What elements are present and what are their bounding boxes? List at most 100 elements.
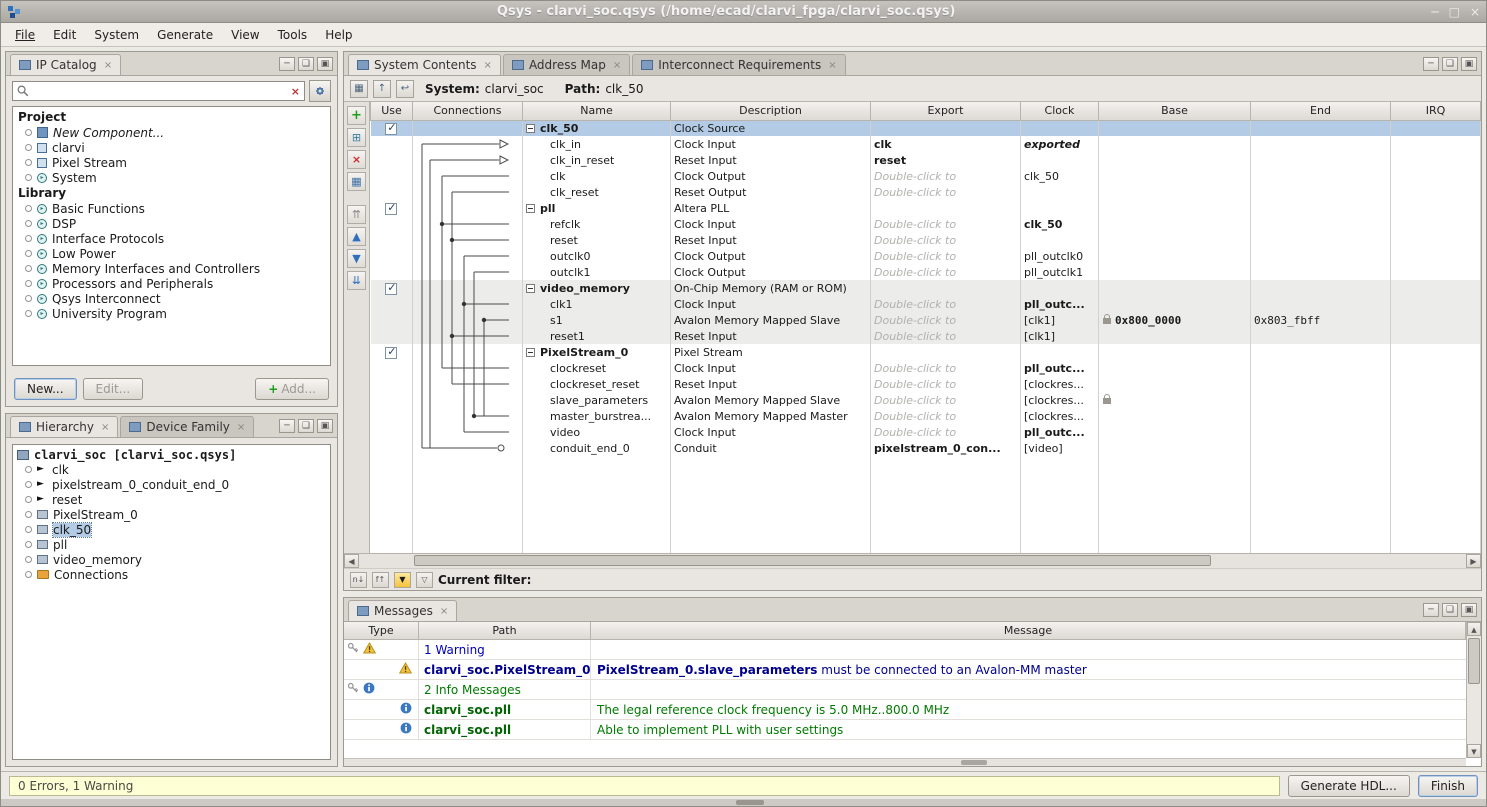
edit-component-icon[interactable]: ⊞ [347,128,366,147]
port-base[interactable] [1099,424,1251,440]
menu-item-system[interactable]: System [86,26,147,44]
port-row-master-burstrea[interactable]: master_burstrea...Avalon Memory Mapped M… [371,408,1481,424]
port-end[interactable] [1251,216,1391,232]
port-export[interactable]: Double-click to [871,248,1021,264]
filter-sort-icon[interactable]: f↑ [372,572,389,588]
column-header-connections[interactable]: Connections [413,102,523,120]
hierarchy-item-pixelstream-0[interactable]: PixelStream_0 [13,507,330,522]
port-export[interactable]: Double-click to [871,264,1021,280]
port-base[interactable] [1099,136,1251,152]
column-header-use[interactable]: Use [371,102,413,120]
message-row[interactable]: 1 Warning [344,640,1466,660]
filter-funnel-icon[interactable]: ▼ [394,572,411,588]
port-end[interactable] [1251,392,1391,408]
catalog-item-clarvi[interactable]: clarvi [13,140,330,155]
port-clock[interactable]: pll_outc... [1021,360,1099,376]
catalog-item-dsp[interactable]: ▸DSP [13,216,330,231]
panel-minimize-icon[interactable]: ─ [1423,603,1439,617]
port-irq[interactable] [1391,328,1481,344]
move-up-level-button[interactable]: ↑ [373,80,391,98]
port-end[interactable] [1251,328,1391,344]
port-irq[interactable] [1391,248,1481,264]
move-top-icon[interactable]: ⇈ [347,205,366,224]
move-bottom-icon[interactable]: ⇊ [347,271,366,290]
messages-vertical-scrollbar[interactable]: ▲ ▼ [1466,622,1481,758]
port-end[interactable] [1251,360,1391,376]
messages-horizontal-scrollbar[interactable] [344,758,1466,766]
search-box[interactable]: × [12,81,305,101]
menu-item-edit[interactable]: Edit [45,26,84,44]
port-row-clockreset-reset[interactable]: clockreset_resetReset InputDouble-click … [371,376,1481,392]
use-checkbox[interactable] [385,203,397,215]
catalog-item-system[interactable]: ▸System [13,170,330,185]
tab-close-icon[interactable]: × [237,422,245,433]
port-end[interactable] [1251,424,1391,440]
port-clock[interactable]: [clk1] [1021,312,1099,328]
port-end[interactable] [1251,264,1391,280]
port-irq[interactable] [1391,216,1481,232]
panel-minimize-icon[interactable]: ─ [1423,57,1439,71]
port-row-conduit-end-0[interactable]: conduit_end_0Conduitpixelstream_0_con...… [371,440,1481,456]
column-header-description[interactable]: Description [671,102,871,120]
messages-column-path[interactable]: Path [419,622,591,639]
port-irq[interactable] [1391,136,1481,152]
port-row-refclk[interactable]: refclkClock InputDouble-click toclk_50 [371,216,1481,232]
tree-handle-icon[interactable] [25,466,32,473]
tree-handle-icon[interactable] [25,129,32,136]
port-clock[interactable]: clk_50 [1021,168,1099,184]
port-clock[interactable]: [video] [1021,440,1099,456]
port-row-clockreset[interactable]: clockresetClock InputDouble-click topll_… [371,360,1481,376]
port-base[interactable] [1099,440,1251,456]
port-row-clk-in-reset[interactable]: clk_in_resetReset Inputreset [371,152,1481,168]
port-export[interactable]: Double-click to [871,184,1021,200]
finish-button[interactable]: Finish [1418,775,1478,797]
port-export[interactable]: Double-click to [871,392,1021,408]
tree-handle-icon[interactable] [25,235,32,242]
scroll-left-icon[interactable]: ◀ [344,554,359,568]
port-base[interactable] [1099,168,1251,184]
collapse-icon[interactable] [526,124,535,133]
port-clock[interactable] [1021,184,1099,200]
scroll-right-icon[interactable]: ▶ [1466,554,1481,568]
hierarchy-item-video-memory[interactable]: video_memory [13,552,330,567]
hierarchy-root[interactable]: clarvi_soc [clarvi_soc.qsys] [13,447,330,462]
tree-handle-icon[interactable] [25,295,32,302]
port-end[interactable] [1251,136,1391,152]
catalog-item-pixel-stream[interactable]: Pixel Stream [13,155,330,170]
port-base[interactable] [1099,248,1251,264]
hierarchy-item-pll[interactable]: pll [13,537,330,552]
panel-maximize-icon[interactable]: ▣ [1461,603,1477,617]
port-export[interactable]: Double-click to [871,312,1021,328]
port-irq[interactable] [1391,392,1481,408]
port-base[interactable] [1099,264,1251,280]
tree-handle-icon[interactable] [25,571,32,578]
back-button[interactable]: ↩ [396,80,414,98]
port-clock[interactable]: pll_outc... [1021,296,1099,312]
use-checkbox[interactable] [385,123,397,135]
port-base[interactable] [1099,152,1251,168]
generate-hdl-button[interactable]: Generate HDL... [1288,775,1410,797]
port-irq[interactable] [1391,264,1481,280]
tree-handle-icon[interactable] [25,220,32,227]
tab-address-map[interactable]: Address Map× [503,54,630,75]
port-irq[interactable] [1391,376,1481,392]
port-clock[interactable]: exported [1021,136,1099,152]
port-row-clk-in[interactable]: clk_inClock Inputclkexported [371,136,1481,152]
catalog-settings-button[interactable] [309,80,331,102]
collapse-icon[interactable] [526,348,535,357]
module-row-pll[interactable]: pllAltera PLL [371,200,1481,216]
tab-ip-catalog[interactable]: IP Catalog× [10,54,121,75]
menu-item-view[interactable]: View [223,26,267,44]
tree-handle-icon[interactable] [25,481,32,488]
catalog-item-interface-protocols[interactable]: ▸Interface Protocols [13,231,330,246]
module-row-pixelstream-0[interactable]: PixelStream_0Pixel Stream [371,344,1481,360]
port-end[interactable] [1251,296,1391,312]
tab-close-icon[interactable]: × [828,60,836,71]
port-row-clk[interactable]: clkClock OutputDouble-click toclk_50 [371,168,1481,184]
port-export[interactable]: Double-click to [871,232,1021,248]
message-row[interactable]: clarvi_soc.pllThe legal reference clock … [344,700,1466,720]
port-base[interactable] [1099,376,1251,392]
column-header-base[interactable]: Base [1099,102,1251,120]
tab-hierarchy[interactable]: Hierarchy× [10,416,118,437]
search-input[interactable] [33,84,287,98]
